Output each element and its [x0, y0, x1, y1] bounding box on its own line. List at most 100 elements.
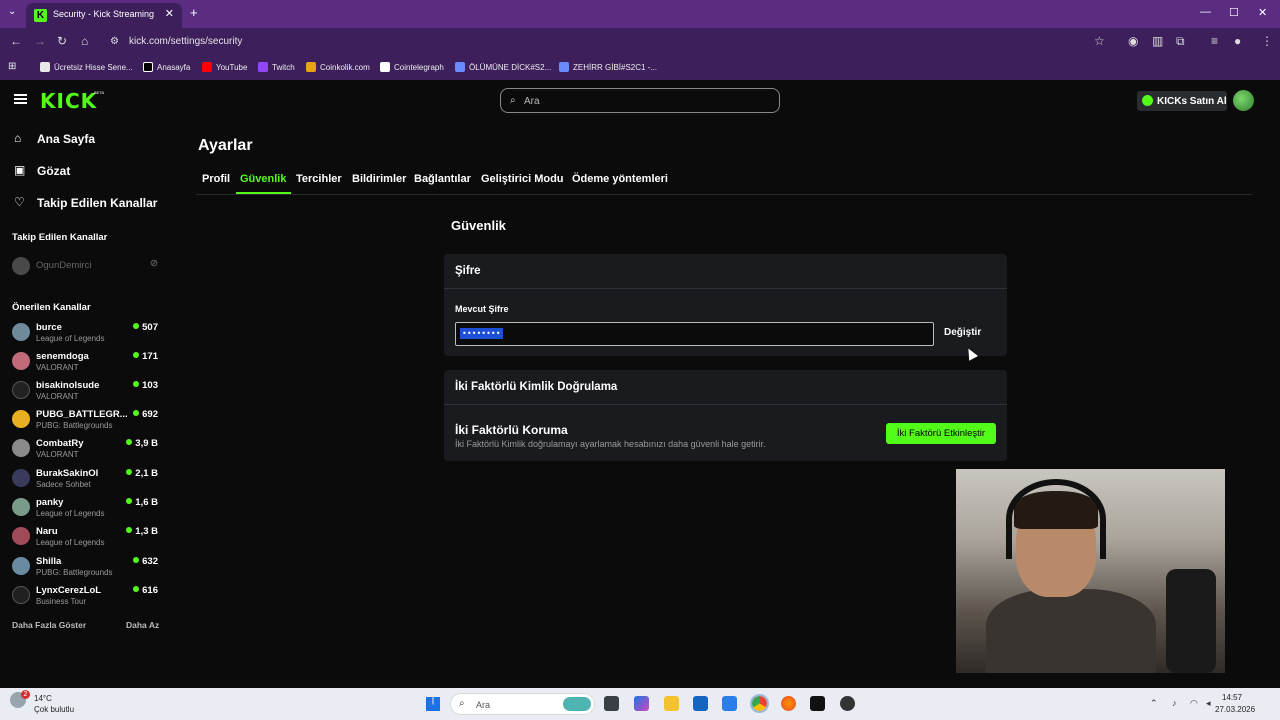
x-logo-icon — [143, 62, 153, 72]
weather-temperature[interactable]: 14°C — [34, 694, 52, 703]
windows-start-icon[interactable] — [426, 697, 440, 711]
tab-list-icon[interactable]: ⌄ — [8, 6, 16, 17]
tab-preferences[interactable]: Tercihler — [296, 173, 342, 185]
new-tab-icon[interactable]: + — [190, 5, 198, 20]
followed-channel-item[interactable]: OgunDemirci ⊘ — [12, 256, 162, 284]
kick-logo[interactable]: KICK — [40, 89, 97, 113]
profile-icon[interactable]: ● — [1234, 34, 1241, 48]
list-item[interactable]: BurakSakinOl Sadece Sohbet 2,1 B — [12, 468, 162, 496]
enable-two-factor-button[interactable]: İki Faktörü Etkinleştir — [886, 423, 996, 444]
extensions-puzzle-icon[interactable]: ⧉ — [1176, 34, 1185, 49]
list-item[interactable]: PUBG_BATTLEGR... PUBG: Battlegrounds 692 — [12, 409, 162, 437]
taskbar-clock-date[interactable]: 27.03.2026 — [1215, 705, 1255, 714]
buy-kicks-button[interactable]: KICKs Satın Al — [1137, 91, 1227, 111]
youtube-icon — [202, 62, 212, 72]
list-item[interactable]: bisakinolsude VALORANT 103 — [12, 380, 162, 408]
extension-icon[interactable]: ◉ — [1128, 34, 1138, 48]
list-item[interactable]: LynxCerezLoL Business Tour 616 — [12, 585, 162, 613]
bookmark-item[interactable]: ÖLÜMÜNE DİCK#S2... — [455, 62, 551, 72]
channel-category: PUBG: Battlegrounds — [36, 421, 113, 430]
firefox-icon[interactable] — [781, 696, 796, 711]
hamburger-menu-icon[interactable] — [14, 94, 27, 104]
avatar — [12, 323, 30, 341]
chrome-icon[interactable] — [750, 694, 769, 713]
browser-menu-icon[interactable]: ⋮ — [1261, 34, 1273, 48]
avatar — [12, 527, 30, 545]
kick-favicon-icon: K — [34, 9, 47, 22]
list-item[interactable]: senemdoga VALORANT 171 — [12, 351, 162, 379]
bookmark-item[interactable]: Anasayfa — [143, 62, 190, 72]
bookmark-star-icon[interactable]: ☆ — [1094, 34, 1105, 48]
webcam-headset — [1006, 479, 1106, 559]
list-item[interactable]: panky League of Legends 1,6 B — [12, 497, 162, 525]
kick-app-icon[interactable] — [810, 696, 825, 711]
store-icon[interactable] — [693, 696, 708, 711]
wifi-icon[interactable]: ◠ — [1190, 698, 1198, 709]
change-password-button[interactable]: Değiştir — [944, 327, 981, 338]
browse-icon: ▣ — [14, 163, 26, 177]
reload-icon[interactable]: ↻ — [57, 34, 67, 48]
weather-condition[interactable]: Çok bulutlu — [34, 705, 74, 714]
file-explorer-icon[interactable] — [664, 696, 679, 711]
bookmark-item[interactable]: Ücretsiz Hisse Sene... — [40, 62, 133, 72]
tab-profile[interactable]: Profil — [202, 173, 230, 185]
viewer-count: 692 — [133, 409, 158, 420]
list-item[interactable]: Shilla PUBG: Battlegrounds 632 — [12, 556, 162, 584]
password-card-header: Şifre — [444, 254, 1007, 289]
viewer-count: 3,9 B — [126, 438, 158, 449]
microphone-icon[interactable]: ♪ — [1172, 698, 1177, 708]
avatar — [12, 257, 30, 275]
show-more-link[interactable]: Daha Fazla Göster — [12, 620, 86, 630]
taskbar-search-input[interactable]: ⌕ Ara — [450, 693, 595, 715]
sidebar-item-following[interactable]: ♡ Takip Edilen Kanallar — [14, 192, 164, 214]
sidebar-item-label: Ana Sayfa — [37, 132, 96, 146]
avatar — [12, 498, 30, 516]
two-factor-card-header: İki Faktörlü Kimlik Doğrulama — [444, 370, 1007, 405]
sidebar-item-home[interactable]: ⌂ Ana Sayfa — [14, 128, 164, 150]
minimize-icon[interactable]: — — [1200, 6, 1211, 18]
sidebar-item-browse[interactable]: ▣ Gözat — [14, 160, 164, 182]
bookmark-item[interactable]: Coinkolik.com — [306, 62, 370, 72]
volume-icon[interactable]: ◂ — [1206, 698, 1211, 709]
url-field[interactable]: kick.com/settings/security — [129, 36, 242, 47]
tab-developer-mode[interactable]: Geliştirici Modu — [481, 173, 564, 185]
widgets-icon[interactable] — [634, 696, 649, 711]
bookmark-item[interactable]: YouTube — [202, 62, 247, 72]
current-password-field[interactable]: •••••••• — [455, 322, 934, 346]
tab-payment-methods[interactable]: Ödeme yöntemleri — [572, 173, 668, 185]
tab-connections[interactable]: Bağlantılar — [414, 173, 471, 185]
password-card-title: Şifre — [455, 265, 481, 277]
app-icon[interactable] — [840, 696, 855, 711]
bookmark-item[interactable]: Twitch — [258, 62, 295, 72]
channel-name: Shilla — [36, 556, 62, 567]
search-input[interactable]: ⌕ Ara — [500, 88, 780, 113]
maximize-icon[interactable]: ☐ — [1229, 6, 1239, 19]
tab-close-icon[interactable]: ✕ — [165, 7, 174, 20]
search-icon: ⌕ — [459, 698, 465, 709]
list-item[interactable]: Naru League of Legends 1,3 B — [12, 526, 162, 554]
webcam-person-body — [986, 589, 1156, 673]
tab-notifications[interactable]: Bildirimler — [352, 173, 406, 185]
back-icon[interactable]: ← — [10, 34, 22, 48]
tray-chevron-icon[interactable]: ⌃ — [1150, 698, 1158, 709]
bookmark-item[interactable]: Cointelegraph — [380, 62, 444, 72]
taskbar-clock-time[interactable]: 14:57 — [1222, 693, 1242, 702]
window-close-icon[interactable]: ✕ — [1258, 6, 1267, 19]
bookmark-item[interactable]: ZEHİRR GİBİ#S2C1 -... — [559, 62, 657, 72]
list-item[interactable]: burce League of Legends 507 — [12, 322, 162, 350]
tab-security[interactable]: Güvenlik — [240, 173, 286, 185]
show-less-link[interactable]: Daha Az — [126, 620, 159, 630]
channel-category: VALORANT — [36, 363, 79, 372]
taskbar: 2 14°C Çok bulutlu ⌕ Ara ⌃ ♪ ◠ ◂ 14:57 2… — [0, 688, 1280, 720]
user-avatar[interactable] — [1233, 90, 1254, 111]
browser-tab[interactable]: K Security - Kick Streaming ✕ — [26, 3, 182, 28]
audio-extension-icon[interactable]: ▥ — [1152, 34, 1163, 48]
task-view-icon[interactable] — [604, 696, 619, 711]
home-icon[interactable]: ⌂ — [81, 34, 88, 48]
forward-icon[interactable]: → — [34, 34, 46, 48]
apps-grid-icon[interactable]: ⊞ — [8, 61, 16, 72]
list-item[interactable]: CombatRy VALORANT 3,9 B — [12, 438, 162, 466]
outlook-icon[interactable] — [722, 696, 737, 711]
media-controls-icon[interactable]: ≡ — [1211, 34, 1218, 48]
site-info-icon[interactable]: ⚙ — [110, 36, 119, 47]
